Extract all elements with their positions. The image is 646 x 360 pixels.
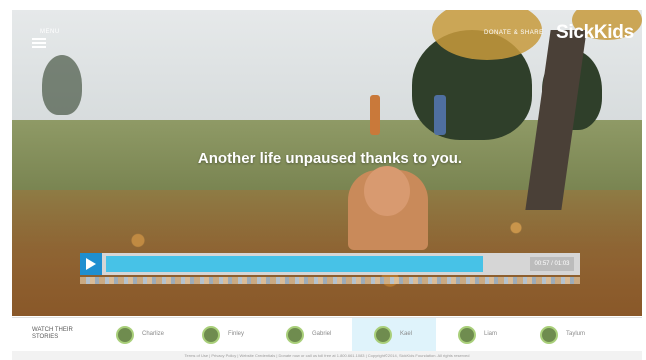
avatar bbox=[116, 326, 134, 344]
avatar bbox=[286, 326, 304, 344]
avatar bbox=[202, 326, 220, 344]
hero-headline: Another life unpaused thanks to you. bbox=[197, 150, 463, 167]
story-gabriel[interactable]: Gabriel bbox=[278, 318, 352, 352]
story-liam[interactable]: Liam bbox=[450, 318, 524, 352]
donate-share-link[interactable]: DONATE & SHARE bbox=[484, 30, 544, 36]
hamburger-menu-icon[interactable] bbox=[32, 38, 46, 48]
boy-face bbox=[364, 166, 410, 216]
story-name: Taylum bbox=[566, 331, 586, 337]
avatar bbox=[458, 326, 476, 344]
child-figure bbox=[434, 95, 446, 135]
progress-bar[interactable] bbox=[106, 256, 483, 272]
stories-title: WATCH THEIR STORIES bbox=[32, 327, 73, 340]
play-icon bbox=[86, 258, 96, 270]
footer-links[interactable]: Terms of Use | Privacy Policy | Website … bbox=[12, 351, 642, 360]
menu-label[interactable]: MENU bbox=[40, 29, 60, 35]
stories-bar: WATCH THEIR STORIES Charlize Finley Gabr… bbox=[12, 317, 642, 352]
avatar bbox=[374, 326, 392, 344]
story-finley[interactable]: Finley bbox=[194, 318, 268, 352]
child-figure bbox=[370, 95, 380, 135]
story-name: Charlize bbox=[142, 331, 165, 337]
video-player-controls: 00:57 / 01:03 bbox=[80, 253, 580, 275]
play-button[interactable] bbox=[80, 253, 102, 275]
chapter-thumbnail-strip[interactable] bbox=[80, 277, 580, 284]
story-taylum[interactable]: Taylum bbox=[532, 318, 606, 352]
brand-logo[interactable]: SickKids bbox=[556, 22, 634, 44]
story-name: Gabriel bbox=[312, 331, 332, 337]
story-name: Liam bbox=[484, 331, 498, 337]
story-name: Finley bbox=[228, 331, 245, 337]
story-name: Kael bbox=[400, 331, 413, 337]
bare-tree bbox=[42, 55, 82, 115]
story-charlize[interactable]: Charlize bbox=[108, 318, 182, 352]
avatar bbox=[540, 326, 558, 344]
time-display: 00:57 / 01:03 bbox=[530, 257, 574, 271]
story-kael[interactable]: Kael bbox=[352, 318, 436, 352]
